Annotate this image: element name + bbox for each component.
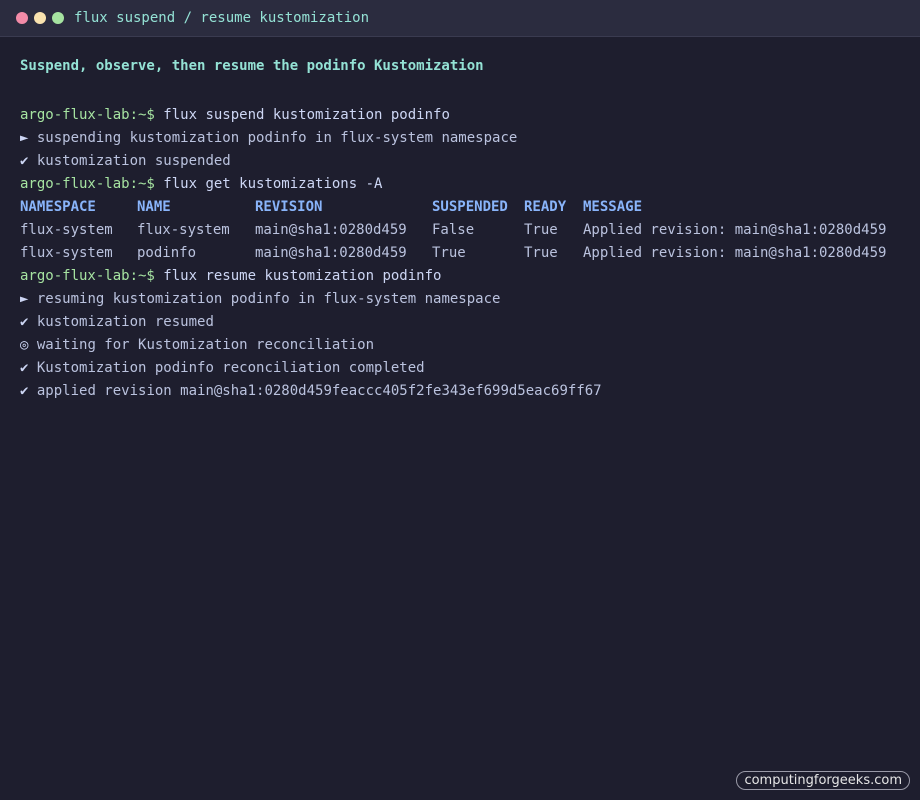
table-row: flux-system flux-system main@sha1:0280d4…: [20, 219, 900, 242]
output-line: ► suspending kustomization podinfo in fl…: [20, 130, 518, 146]
table-cell: True: [432, 245, 466, 261]
table-cell: True: [524, 222, 558, 238]
command-text: flux suspend kustomization podinfo: [163, 107, 450, 123]
table-cell: Applied revision: main@sha1:0280d459: [583, 245, 887, 261]
column-header: NAME: [137, 199, 171, 215]
table-cell: True: [524, 245, 558, 261]
output-line: ✔ Kustomization podinfo reconciliation c…: [20, 360, 425, 376]
watermark: computingforgeeks.com: [736, 771, 910, 790]
command-line: argo-flux-lab:~$ flux get kustomizations…: [20, 173, 900, 196]
table-cell: flux-system: [20, 245, 113, 261]
arrow-icon: ►: [20, 130, 29, 146]
table-cell: main@sha1:0280d459: [255, 222, 407, 238]
table-cell: podinfo: [137, 245, 197, 261]
checkmark-icon: ✔: [20, 153, 29, 169]
table-row: flux-system podinfo main@sha1:0280d459 T…: [20, 242, 900, 265]
table-cell: main@sha1:0280d459: [255, 245, 407, 261]
column-header: READY: [524, 199, 567, 215]
shell-prompt: argo-flux-lab:~$: [20, 176, 155, 192]
table-cell: False: [432, 222, 475, 238]
waiting-icon: ◎: [20, 337, 29, 353]
table-cell: Applied revision: main@sha1:0280d459: [583, 222, 887, 238]
output-line: ✔ kustomization suspended: [20, 153, 231, 169]
command-line: argo-flux-lab:~$ flux resume kustomizati…: [20, 265, 900, 288]
command-text: flux get kustomizations -A: [163, 176, 383, 192]
close-window-button[interactable]: [16, 12, 28, 24]
maximize-window-button[interactable]: [52, 12, 64, 24]
column-header: NAMESPACE: [20, 199, 96, 215]
checkmark-icon: ✔: [20, 314, 29, 330]
arrow-icon: ►: [20, 291, 29, 307]
terminal-output[interactable]: Suspend, observe, then resume the podinf…: [0, 37, 920, 403]
command-line: argo-flux-lab:~$ flux suspend kustomizat…: [20, 104, 900, 127]
column-header: MESSAGE: [583, 199, 643, 215]
shell-prompt: argo-flux-lab:~$: [20, 107, 155, 123]
command-text: flux resume kustomization podinfo: [163, 268, 442, 284]
checkmark-icon: ✔: [20, 360, 29, 376]
column-header: REVISION: [255, 199, 323, 215]
checkmark-icon: ✔: [20, 383, 29, 399]
table-cell: flux-system: [137, 222, 230, 238]
output-line: ◎ waiting for Kustomization reconciliati…: [20, 337, 375, 353]
table-header-row: NAMESPACE NAME REVISION SUSPENDED READY …: [20, 196, 900, 219]
table-cell: flux-system: [20, 222, 113, 238]
minimize-window-button[interactable]: [34, 12, 46, 24]
output-line: ✔ applied revision main@sha1:0280d459fea…: [20, 383, 602, 399]
output-line: ✔ kustomization resumed: [20, 314, 214, 330]
shell-prompt: argo-flux-lab:~$: [20, 268, 155, 284]
section-heading: Suspend, observe, then resume the podinf…: [20, 58, 484, 74]
window-titlebar: flux suspend / resume kustomization: [0, 0, 920, 37]
window-title: flux suspend / resume kustomization: [74, 10, 370, 26]
column-header: SUSPENDED: [432, 199, 508, 215]
output-line: ► resuming kustomization podinfo in flux…: [20, 291, 501, 307]
